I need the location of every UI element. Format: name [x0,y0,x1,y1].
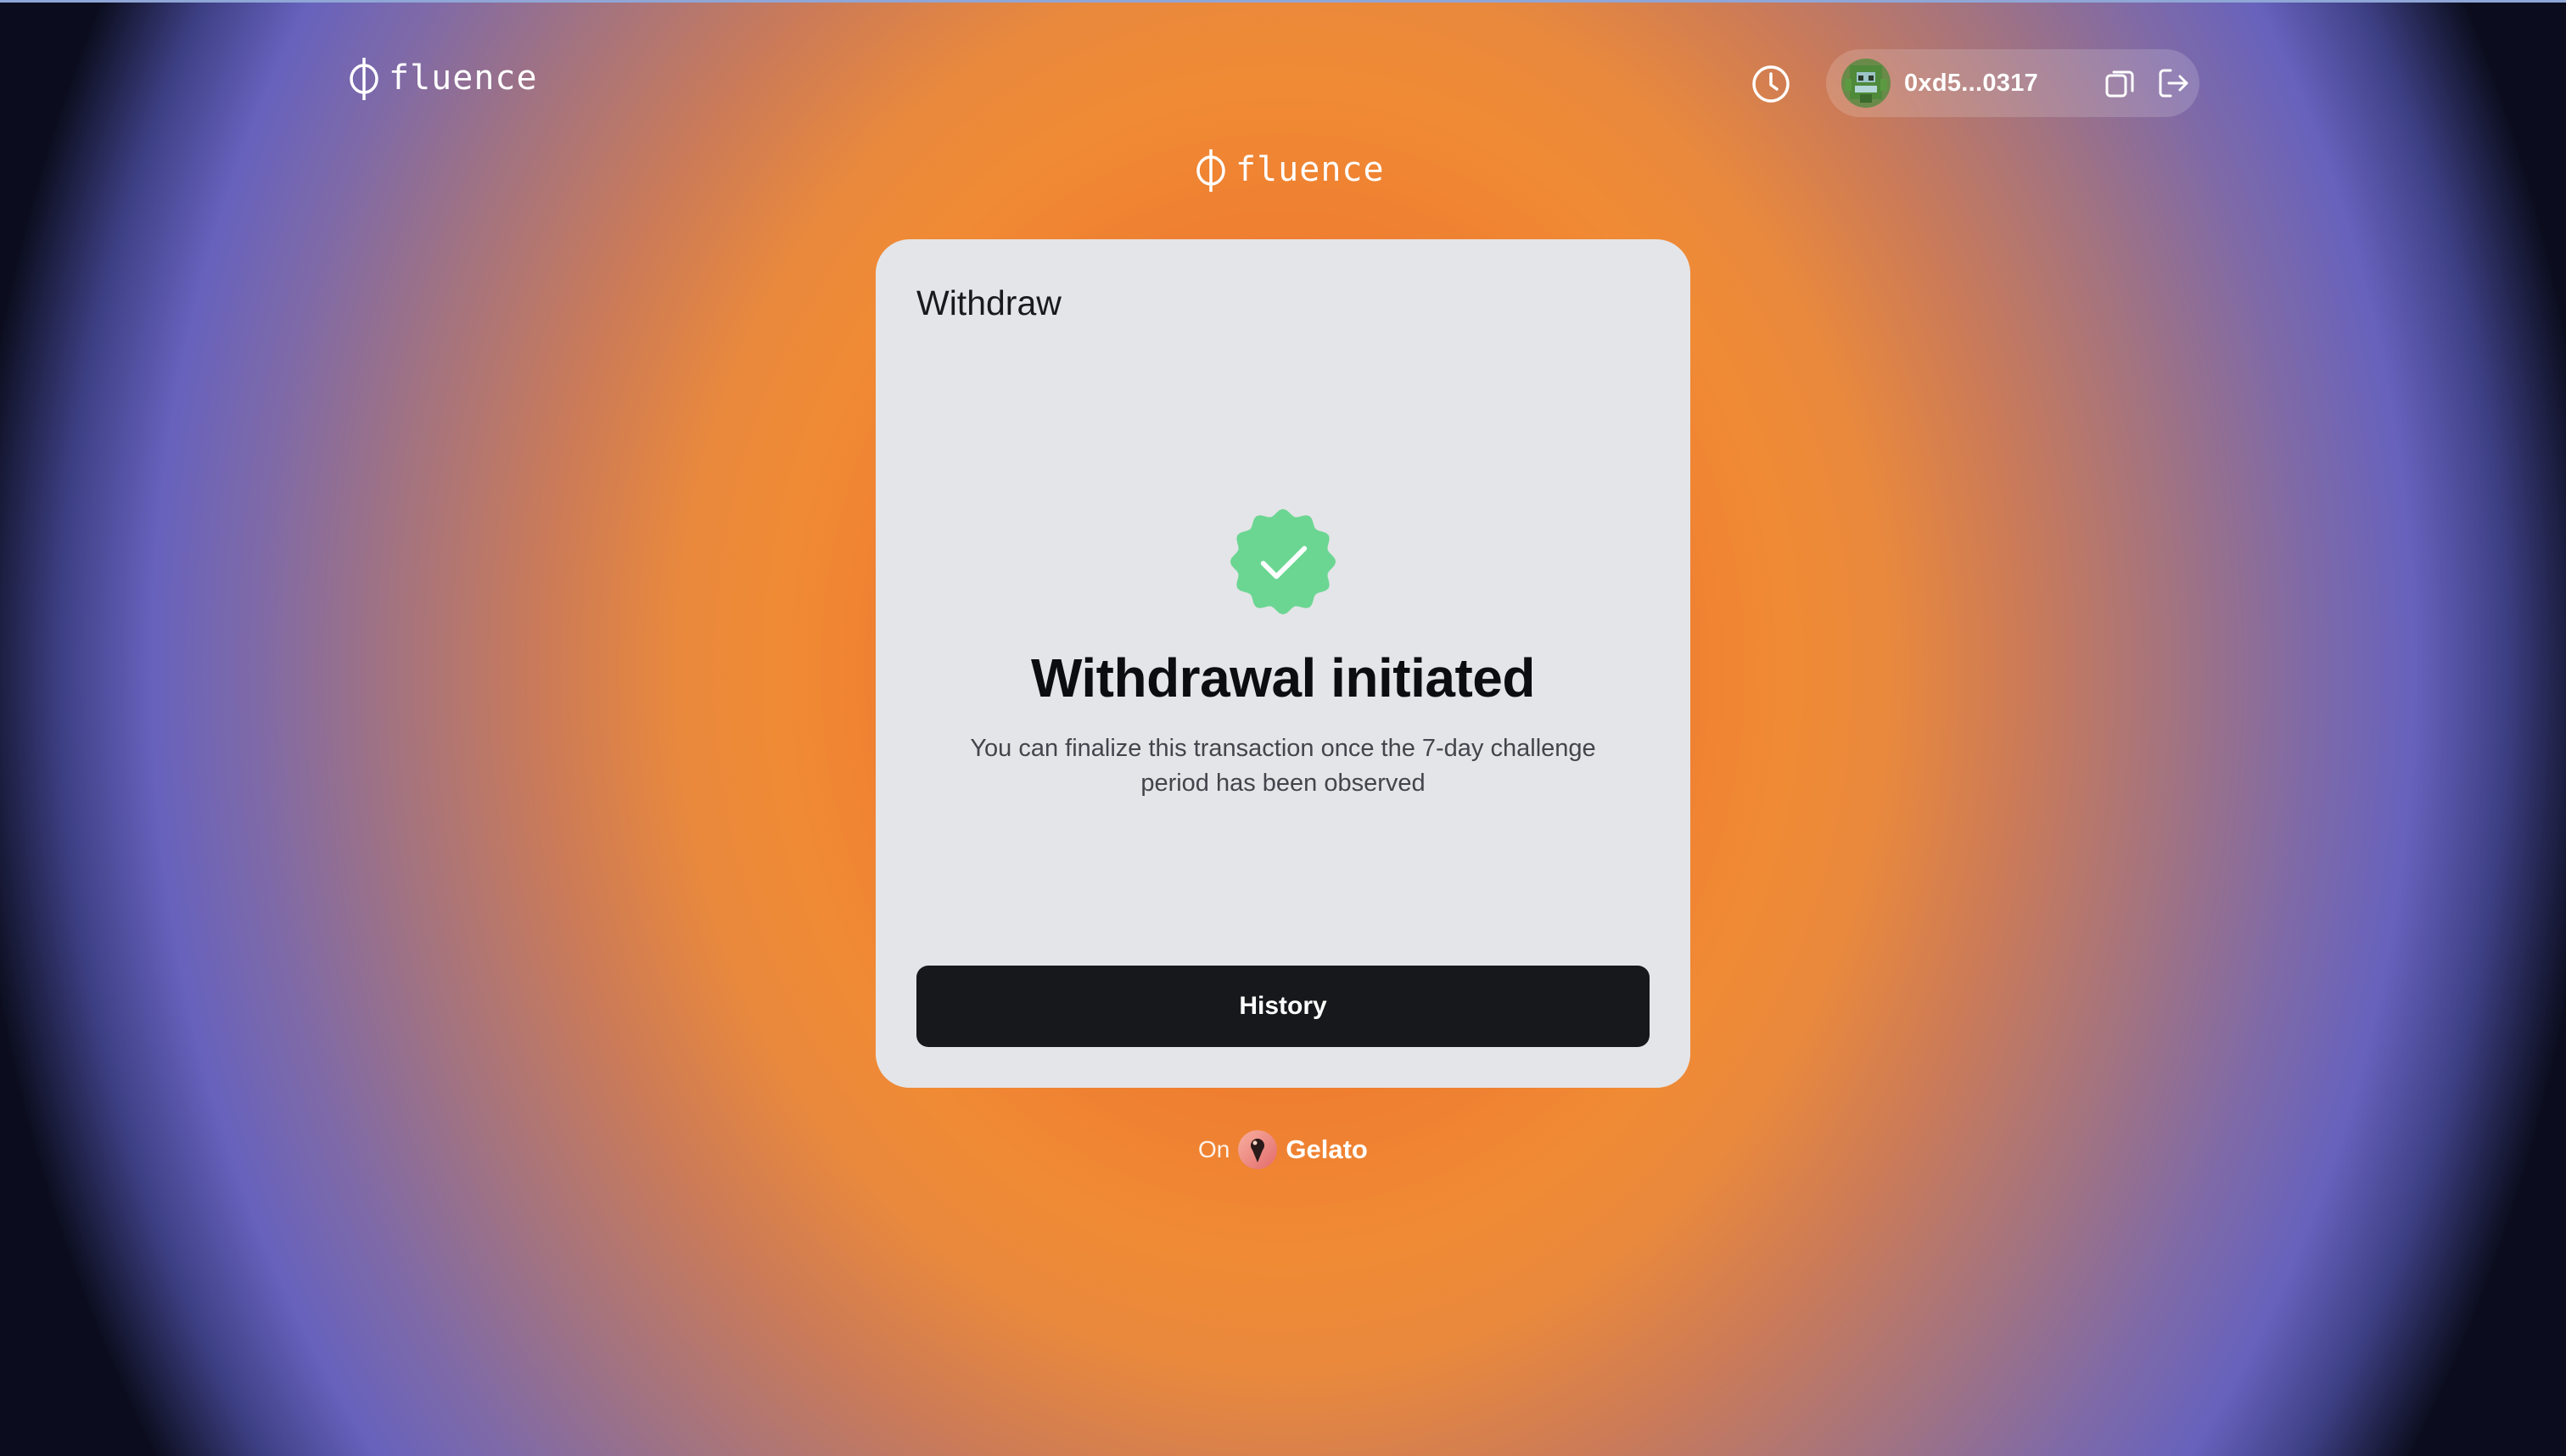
withdraw-card: Withdraw Withdrawal initiated You can fi… [876,239,1690,1088]
avatar [1841,59,1891,108]
check-badge-icon [1230,508,1336,615]
logo-text: fluence [389,59,538,98]
card-title: Withdraw [916,283,1062,322]
powered-by: On Gelato [1198,1128,1368,1171]
status-description: You can finalize this transaction once t… [970,735,1596,797]
powered-on-label: On [1198,1136,1230,1162]
fluence-phi-icon [1196,149,1225,192]
wallet-address: 0xd5...0317 [1904,69,2039,97]
top-border [0,0,2566,3]
header-logo[interactable]: fluence [348,56,538,100]
history-clock-button[interactable] [1748,61,1794,107]
brand-logo: fluence [1195,148,1385,192]
fluence-phi-icon [350,58,378,100]
copy-address-button[interactable] [2099,63,2140,104]
status-headline: Withdrawal initiated [1031,647,1535,708]
copy-icon [2105,70,2134,98]
history-button[interactable]: History [916,966,1650,1047]
account-pill[interactable]: 0xd5...0317 [1826,49,2199,117]
logout-icon [2159,69,2188,98]
brand-logo-text: fluence [1235,150,1385,189]
clock-icon [1752,65,1790,103]
gelato-logo-icon [1238,1130,1278,1169]
logout-button[interactable] [2154,63,2194,104]
gelato-name: Gelato [1286,1134,1368,1164]
